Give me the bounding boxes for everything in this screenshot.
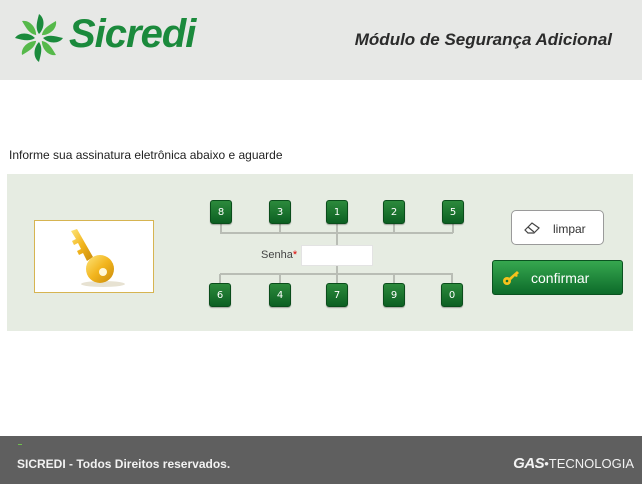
vendor-logo-gas: GAS (513, 455, 545, 472)
confirm-button[interactable]: confirmar (492, 260, 623, 295)
keypad-button-top-4[interactable]: 2 (383, 200, 405, 224)
keypad-button-top-5[interactable]: 5 (442, 200, 464, 224)
keypad-button-bottom-2[interactable]: 4 (269, 283, 291, 307)
footer: SICREDI - Todos Direitos reservados. GAS… (0, 436, 642, 484)
eraser-icon (524, 222, 540, 234)
small-key-icon (503, 271, 519, 285)
password-label-text: Senha (261, 249, 293, 261)
keypad-button-top-1[interactable]: 8 (210, 200, 232, 224)
footer-accent (18, 444, 22, 445)
password-field[interactable] (301, 245, 373, 266)
confirm-button-label: confirmar (531, 270, 590, 286)
copyright-text: SICREDI - Todos Direitos reservados. (17, 457, 231, 471)
keypad-button-top-3[interactable]: 1 (326, 200, 348, 224)
page: Sicredi Módulo de Segurança Adicional In… (0, 0, 642, 484)
keypad-button-bottom-3[interactable]: 7 (326, 283, 348, 307)
password-label: Senha* (261, 249, 297, 261)
clear-button[interactable]: limpar (511, 210, 604, 245)
keypad-button-bottom-1[interactable]: 6 (209, 283, 231, 307)
required-mark: * (292, 249, 298, 261)
vendor-logo: GAS•TECNOLOGIA (513, 455, 634, 472)
clear-button-label: limpar (553, 222, 586, 236)
keypad-button-top-2[interactable]: 3 (269, 200, 291, 224)
keypad-button-bottom-4[interactable]: 9 (383, 283, 405, 307)
vendor-logo-rest: TECNOLOGIA (548, 456, 634, 471)
keypad-button-bottom-5[interactable]: 0 (441, 283, 463, 307)
